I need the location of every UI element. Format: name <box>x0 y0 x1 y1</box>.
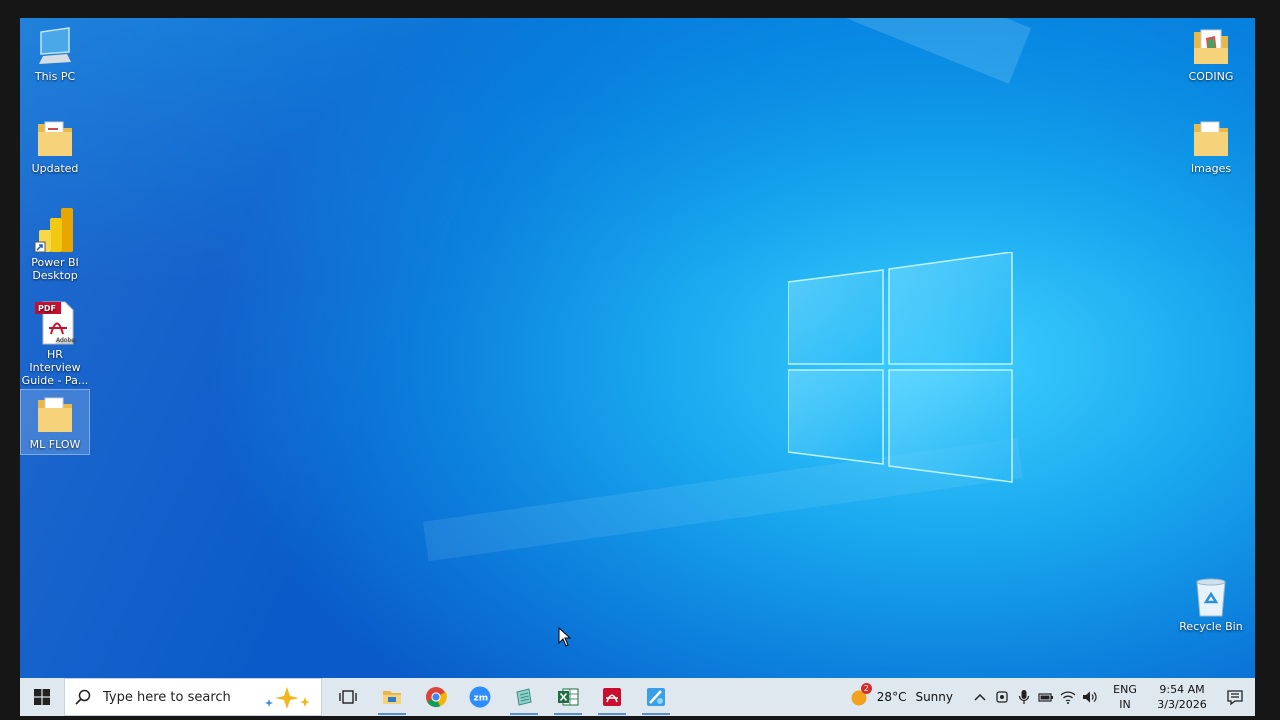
weather-badge: 2 <box>860 683 872 694</box>
folder-icon <box>38 397 72 432</box>
pdf-file-icon: PDF Adobe <box>35 301 75 345</box>
desktop-icon-label: Updated <box>31 162 79 175</box>
desktop-icon-label: CODING <box>1188 70 1234 83</box>
light-beam <box>285 18 1032 84</box>
desktop-icon-this-pc[interactable]: This PC <box>21 26 89 83</box>
weather-widget[interactable]: 2 28°C Sunny <box>845 678 963 716</box>
folder-icon <box>1194 121 1228 156</box>
folder-icon <box>1194 29 1228 64</box>
acrobat-icon <box>603 688 621 706</box>
microphone-icon <box>1018 690 1030 704</box>
camera-icon <box>996 691 1008 703</box>
language-indicator[interactable]: ENG IN <box>1107 682 1143 712</box>
notification-center-button[interactable] <box>1215 678 1255 716</box>
task-view-icon <box>339 690 357 704</box>
paint-button[interactable] <box>634 678 678 716</box>
pdf-badge-text: PDF <box>38 304 56 313</box>
tray-battery-button[interactable] <box>1035 678 1057 716</box>
chrome-button[interactable] <box>414 678 458 716</box>
notepad-icon <box>516 688 532 706</box>
speaker-icon <box>1083 691 1097 703</box>
windows-logo <box>788 252 1013 483</box>
windows-start-icon <box>34 689 50 705</box>
language-line1: ENG <box>1113 683 1137 696</box>
adobe-brand-text: Adobe <box>56 337 75 344</box>
excel-icon <box>558 688 579 706</box>
desktop-icon-label: Images <box>1190 162 1232 175</box>
power-bi-icon <box>34 208 73 253</box>
clock-time: 9:54 AM <box>1159 683 1205 696</box>
computer-icon <box>39 27 71 64</box>
desktop[interactable]: This PC Updated Power BI Desktop PDF Ado… <box>20 18 1255 678</box>
desktop-icon-ml-flow[interactable]: ML FLOW <box>20 389 90 455</box>
file-explorer-icon <box>383 691 401 704</box>
sun-icon: 2 <box>849 683 872 707</box>
tray-microphone-button[interactable] <box>1013 678 1035 716</box>
weather-condition: Sunny <box>915 690 953 704</box>
desktop-icon-label: ML FLOW <box>29 438 81 451</box>
clock[interactable]: 9:54 AM 3/3/2026 <box>1149 682 1215 712</box>
chrome-icon <box>426 687 447 708</box>
chevron-up-icon <box>974 693 986 701</box>
screen-frame: This PC Updated Power BI Desktop PDF Ado… <box>0 0 1280 720</box>
zoom-icon: zm <box>469 686 491 708</box>
desktop-icon-coding[interactable]: CODING <box>1177 26 1245 83</box>
language-line2: IN <box>1119 698 1131 711</box>
desktop-icon-hr-interview-guide[interactable]: PDF Adobe HR Interview Guide - Pa... <box>21 300 89 387</box>
weather-temp: 28°C <box>876 690 907 704</box>
taskbar: Type here to search zm 2 28°C Sunny ENG … <box>20 678 1255 716</box>
start-button[interactable] <box>20 678 64 716</box>
tray-wifi-button[interactable] <box>1057 678 1079 716</box>
notepad-button[interactable] <box>502 678 546 716</box>
clock-date: 3/3/2026 <box>1157 698 1207 711</box>
notification-icon <box>1227 690 1243 705</box>
acrobat-button[interactable] <box>590 678 634 716</box>
task-view-button[interactable] <box>326 678 370 716</box>
desktop-icon-images[interactable]: Images <box>1177 118 1245 175</box>
file-explorer-button[interactable] <box>370 678 414 716</box>
tray-camera-button[interactable] <box>991 678 1013 716</box>
svg-text:zm: zm <box>474 694 489 704</box>
search-placeholder: Type here to search <box>103 689 231 705</box>
mouse-cursor-icon <box>558 627 572 647</box>
zoom-button[interactable]: zm <box>458 678 502 716</box>
excel-button[interactable] <box>546 678 590 716</box>
desktop-icon-label: Power BI Desktop <box>31 256 79 282</box>
folder-icon <box>38 121 72 156</box>
recycle-bin-icon <box>1196 578 1226 617</box>
search-icon <box>75 689 91 705</box>
taskbar-search-box[interactable]: Type here to search <box>64 678 322 716</box>
battery-icon <box>1038 693 1053 702</box>
desktop-icon-label: Recycle Bin <box>1179 620 1243 633</box>
desktop-icon-power-bi[interactable]: Power BI Desktop <box>21 206 89 282</box>
desktop-icon-label: HR Interview Guide - Pa... <box>21 348 89 387</box>
paint-icon <box>647 688 665 706</box>
tray-volume-button[interactable] <box>1079 678 1101 716</box>
desktop-icon-recycle-bin[interactable]: Recycle Bin <box>1177 576 1245 633</box>
desktop-icon-updated[interactable]: Updated <box>21 118 89 175</box>
sparkle-icon <box>265 687 310 709</box>
desktop-icon-label: This PC <box>34 70 76 83</box>
wifi-icon <box>1060 691 1076 704</box>
show-hidden-icons-button[interactable] <box>969 678 991 716</box>
system-tray: 2 28°C Sunny ENG IN 9:54 AM 3/3/2026 <box>845 678 1255 716</box>
